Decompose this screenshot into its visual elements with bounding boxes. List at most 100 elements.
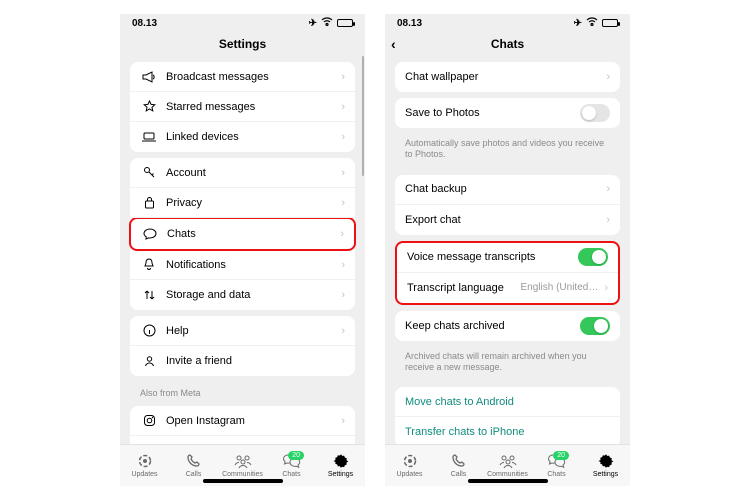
row-facebook[interactable]: Open Facebook › xyxy=(130,436,355,444)
row-save-photos[interactable]: Save to Photos xyxy=(395,98,620,128)
toggle[interactable] xyxy=(578,248,608,266)
tab-settings[interactable]: Settings xyxy=(316,453,365,478)
star-icon xyxy=(140,100,158,113)
tab-label: Chats xyxy=(282,471,300,478)
tab-communities[interactable]: Communities xyxy=(483,453,532,478)
row-label: Export chat xyxy=(405,214,600,226)
chat-icon xyxy=(141,228,159,240)
row-label: Keep chats archived xyxy=(405,320,580,332)
scrollbar[interactable] xyxy=(362,56,364,176)
helper-text: Archived chats will remain archived when… xyxy=(391,347,624,382)
updates-icon xyxy=(136,453,154,471)
row-linked[interactable]: Linked devices › xyxy=(130,122,355,152)
row-account[interactable]: Account › xyxy=(130,158,355,188)
status-time: 08.13 xyxy=(132,18,157,29)
row-label: Help xyxy=(166,325,335,337)
chats-group: Chat backup › Export chat › xyxy=(395,175,620,235)
settings-list[interactable]: Broadcast messages › Starred messages › … xyxy=(120,56,365,444)
key-icon xyxy=(140,166,158,179)
row-invite[interactable]: Invite a friend xyxy=(130,346,355,376)
row-transfer-iphone[interactable]: Transfer chats to iPhone xyxy=(395,417,620,444)
chevron-right-icon: › xyxy=(606,183,610,195)
battery-icon xyxy=(337,19,353,27)
screen-settings: 08.13 ✈ Settings Broadcast messages › St… xyxy=(120,14,365,486)
chevron-right-icon: › xyxy=(341,197,345,209)
settings-group: Broadcast messages › Starred messages › … xyxy=(130,62,355,152)
battery-icon xyxy=(602,19,618,27)
page-title: Settings xyxy=(219,37,266,51)
row-keep-archived[interactable]: Keep chats archived xyxy=(395,311,620,341)
chevron-right-icon: › xyxy=(341,325,345,337)
calls-icon xyxy=(450,453,468,471)
row-starred[interactable]: Starred messages › xyxy=(130,92,355,122)
row-label: Broadcast messages xyxy=(166,71,335,83)
row-label: Chat wallpaper xyxy=(405,71,600,83)
toggle[interactable] xyxy=(580,317,610,335)
arrows-icon xyxy=(140,289,158,301)
calls-icon xyxy=(185,453,203,471)
status-bar: 08.13 ✈ xyxy=(120,14,365,32)
row-wallpaper[interactable]: Chat wallpaper › xyxy=(395,62,620,92)
settings-group: Open Instagram › Open Facebook › xyxy=(130,406,355,444)
person-icon xyxy=(140,355,158,368)
home-indicator[interactable] xyxy=(203,479,283,483)
row-transcript-lang[interactable]: Transcript language English (United…› xyxy=(397,273,618,303)
tab-calls[interactable]: Calls xyxy=(169,453,218,478)
wifi-icon xyxy=(586,17,598,29)
row-label: Voice message transcripts xyxy=(407,251,578,263)
row-label: Invite a friend xyxy=(166,355,345,367)
header-chats: ‹ Chats xyxy=(385,32,630,56)
chevron-right-icon: › xyxy=(341,289,345,301)
tab-label: Chats xyxy=(547,471,565,478)
row-label: Privacy xyxy=(166,197,335,209)
chevron-right-icon: › xyxy=(604,282,608,294)
bell-icon xyxy=(140,258,158,271)
tab-label: Communities xyxy=(222,471,263,478)
tab-updates[interactable]: Updates xyxy=(385,453,434,478)
wifi-icon xyxy=(321,17,333,29)
tab-label: Calls xyxy=(186,471,202,478)
row-notifications[interactable]: Notifications › xyxy=(130,250,355,280)
tab-updates[interactable]: Updates xyxy=(120,453,169,478)
row-move-android[interactable]: Move chats to Android xyxy=(395,387,620,417)
chats-list[interactable]: Chat wallpaper › Save to Photos Automati… xyxy=(385,56,630,444)
tab-label: Communities xyxy=(487,471,528,478)
tab-chats[interactable]: 20 Chats xyxy=(532,453,581,478)
row-help[interactable]: Help › xyxy=(130,316,355,346)
screen-chats: 08.13 ✈ ‹ Chats Chat wallpaper › Save to… xyxy=(385,14,630,486)
tab-communities[interactable]: Communities xyxy=(218,453,267,478)
row-export[interactable]: Export chat › xyxy=(395,205,620,235)
chevron-right-icon: › xyxy=(606,214,610,226)
row-privacy[interactable]: Privacy › xyxy=(130,188,355,218)
row-voice-transcripts[interactable]: Voice message transcripts xyxy=(397,243,618,273)
toggle[interactable] xyxy=(580,104,610,122)
chats-group: Keep chats archived xyxy=(395,311,620,341)
header-settings: Settings xyxy=(120,32,365,56)
updates-icon xyxy=(401,453,419,471)
back-button[interactable]: ‹ xyxy=(391,36,396,52)
badge: 20 xyxy=(288,451,304,460)
tab-label: Calls xyxy=(451,471,467,478)
chats-group: Chat wallpaper › xyxy=(395,62,620,92)
row-label: Transcript language xyxy=(407,282,521,294)
row-broadcast[interactable]: Broadcast messages › xyxy=(130,62,355,92)
tab-chats[interactable]: 20 Chats xyxy=(267,453,316,478)
row-backup[interactable]: Chat backup › xyxy=(395,175,620,205)
home-indicator[interactable] xyxy=(468,479,548,483)
chevron-right-icon: › xyxy=(340,228,344,240)
row-storage[interactable]: Storage and data › xyxy=(130,280,355,310)
row-label: Transfer chats to iPhone xyxy=(405,426,610,438)
page-title: Chats xyxy=(491,37,524,51)
airplane-icon: ✈ xyxy=(309,18,317,29)
status-bar: 08.13 ✈ xyxy=(385,14,630,32)
row-instagram[interactable]: Open Instagram › xyxy=(130,406,355,436)
status-time: 08.13 xyxy=(397,18,422,29)
tab-settings[interactable]: Settings xyxy=(581,453,630,478)
row-label: Account xyxy=(166,167,335,179)
tab-calls[interactable]: Calls xyxy=(434,453,483,478)
communities-icon xyxy=(233,453,253,471)
settings-group: Help › Invite a friend xyxy=(130,316,355,376)
airplane-icon: ✈ xyxy=(574,18,582,29)
chats-group: Save to Photos xyxy=(395,98,620,128)
row-chats[interactable]: Chats › xyxy=(131,219,354,249)
